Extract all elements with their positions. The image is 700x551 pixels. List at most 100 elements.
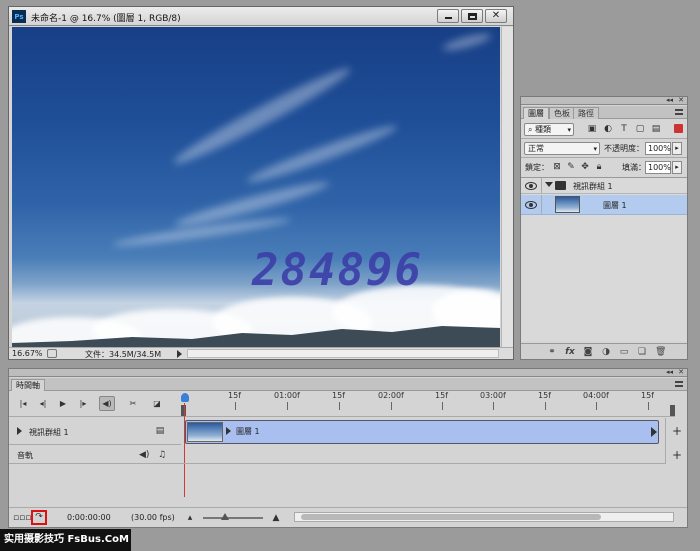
audio-track-header[interactable]: 音軌 ◀) ♫ [9,446,181,464]
video-group-track-header[interactable]: 視訊群組 1 ▤ [9,418,181,445]
frame-rate: (30.00 fps) [131,513,175,522]
tab-timeline[interactable]: 時間軸 [11,379,45,391]
adjustment-filter-icon[interactable]: ◐ [603,124,613,134]
blend-row: 正常 ▾ 不透明度： 100% ▸ [521,139,687,158]
clip-name: 圖層 1 [236,427,260,436]
tab-layers[interactable]: 圖層 [523,107,549,119]
info-menu-arrow-icon[interactable] [177,350,182,358]
audio-track-lane[interactable] [181,446,665,464]
playhead-handle-icon[interactable] [181,393,189,402]
lock-pixels-icon[interactable]: ✎ [566,162,576,172]
render-video-icon[interactable]: ↷ [31,510,47,525]
zoom-in-icon[interactable]: ▲ [271,513,281,523]
fill-dropdown-icon[interactable]: ▸ [672,161,682,174]
expand-arrow-icon[interactable] [17,427,22,435]
layer-thumbnail [555,196,580,213]
visibility-eye-icon[interactable] [525,201,537,209]
playback-controls: |◂ ◂| ▶ |▸ ◀) ✂ ◪ [9,391,181,417]
fill-input[interactable]: 100% [645,161,671,174]
blend-mode-select[interactable]: 正常 ▾ [524,142,600,155]
watermark-banner: 实用摄影技巧 FsBus.CoM [0,529,131,551]
ruler-tick-label: 04:00f [583,391,609,410]
time-ruler[interactable]: 15f 01:00f 15f 02:00f 15f 03:00f 15f 04:… [181,391,675,417]
share-icon[interactable] [47,349,57,358]
current-timecode: 0:00:00:00 [67,513,111,522]
image-canvas[interactable]: 284896 [12,27,500,348]
frame-mode-icon[interactable]: ▫▫▫ [13,513,31,523]
panel-menu-icon[interactable] [675,381,683,387]
panel-drag-strip[interactable]: ◂◂ ✕ [521,96,687,105]
mask-icon[interactable]: ◙ [583,347,593,357]
search-icon: ⌕ [528,125,536,134]
new-layer-icon[interactable]: ❏ [637,347,647,357]
layer-row-selected[interactable]: 圖層 1 [521,195,687,215]
lock-position-icon[interactable]: ✥ [580,162,590,172]
add-media-icon[interactable]: + [672,425,682,437]
ruler-tick-label: 03:00f [480,391,506,410]
ruler-tick-label: 01:00f [274,391,300,410]
previous-frame-icon[interactable]: ◂| [35,396,51,411]
trash-icon[interactable]: 🗑︎ [655,347,666,357]
expand-arrow-icon[interactable] [545,182,553,187]
type-filter-icon[interactable]: T [619,124,629,134]
lock-transparency-icon[interactable]: ⊠ [552,162,562,172]
filter-toggle-icon[interactable] [674,124,683,133]
slider-knob[interactable] [221,513,229,520]
link-icon[interactable]: ⚭ [547,347,557,357]
shape-filter-icon[interactable]: ▢ [635,124,645,134]
split-scissors-icon[interactable]: ✂ [125,396,141,411]
audio-track-name: 音軌 [17,451,33,460]
ruler-tick-label: 15f [332,391,345,410]
smart-object-filter-icon[interactable]: ▤ [651,124,661,134]
clip-end-handle-icon[interactable] [651,427,657,437]
next-frame-icon[interactable]: |▸ [75,396,91,411]
filter-kind-value: 種類 [535,125,552,134]
tab-paths[interactable]: 路徑 [573,107,599,119]
ruler-tick-label: 15f [435,391,448,410]
timeline-zoom-slider[interactable] [203,513,263,520]
work-area-end-handle[interactable] [670,405,675,416]
collapse-icon[interactable]: ◂◂ [666,368,673,376]
zoom-level[interactable]: 16.67% [12,349,44,358]
zoom-out-icon[interactable]: ▴ [185,513,195,523]
filter-kind-select[interactable]: ⌕ 種類 ▾ [524,123,574,136]
panel-menu-icon[interactable] [675,109,683,115]
film-options-icon[interactable]: ▤ [155,426,165,436]
clip-expand-icon[interactable] [226,427,231,435]
close-icon: ✕ [491,10,501,21]
lock-row: 鎖定： ⊠ ✎ ✥ 🔒︎ 填滿： 100% ▸ [521,158,687,177]
layer-group-row[interactable]: 視訊群組 1 [521,178,687,194]
timeline-scrollbar[interactable] [294,512,674,522]
opacity-dropdown-icon[interactable]: ▸ [672,142,682,155]
panel-close-icon[interactable]: ✕ [678,368,684,376]
scrollbar-thumb[interactable] [301,514,601,520]
vertical-scrollbar[interactable] [501,27,513,348]
folder-icon[interactable]: ▭ [619,347,629,357]
maximize-button[interactable] [461,9,483,23]
panel-drag-strip[interactable]: ◂◂ ✕ [9,368,687,377]
minimize-button[interactable] [437,9,459,23]
opacity-input[interactable]: 100% [645,142,671,155]
adjustment-icon[interactable]: ◑ [601,347,611,357]
fx-icon[interactable]: fx [565,347,575,357]
speaker-icon[interactable]: ◀) [139,450,149,460]
visibility-eye-icon[interactable] [525,182,537,190]
audio-toggle-icon[interactable]: ◀) [99,396,115,411]
go-to-first-frame-icon[interactable]: |◂ [15,396,31,411]
lock-all-icon[interactable]: 🔒︎ [594,162,604,172]
fill-label: 填滿： [622,163,646,172]
horizontal-scrollbar[interactable] [187,349,499,358]
collapse-icon[interactable]: ◂◂ [666,96,673,104]
music-note-icon[interactable]: ♫ [157,450,167,460]
close-button[interactable]: ✕ [485,9,507,23]
video-clip[interactable]: 圖層 1 [185,420,659,444]
tab-swatches[interactable]: 色板 [549,107,575,119]
panel-close-icon[interactable]: ✕ [678,96,684,104]
pixel-filter-icon[interactable]: ▣ [587,124,597,134]
document-titlebar[interactable]: Ps 未命名-1 @ 16.7% (圖層 1, RGB/8) ✕ [9,7,513,26]
add-audio-icon[interactable]: + [672,449,682,461]
layer-name: 圖層 1 [603,201,627,210]
transition-icon[interactable]: ◪ [149,396,165,411]
play-icon[interactable]: ▶ [55,396,71,411]
track-area: 圖層 1 [181,418,665,464]
